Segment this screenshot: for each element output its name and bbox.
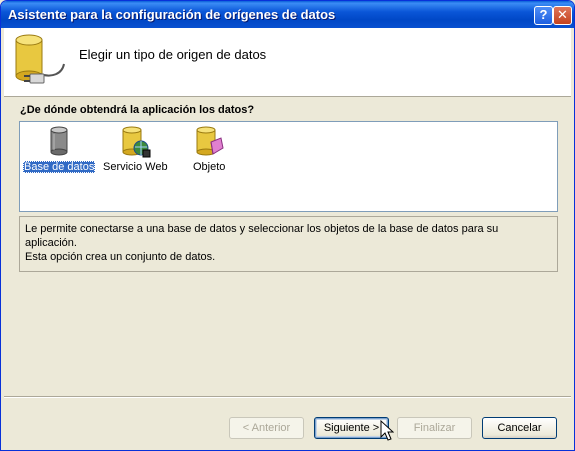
source-item-web-service[interactable]: Servicio Web (102, 126, 169, 173)
database-plug-icon (15, 34, 65, 84)
source-question-label: ¿De dónde obtendrá la aplicación los dat… (20, 104, 255, 116)
source-item-label: Servicio Web (103, 161, 168, 173)
button-separator (4, 396, 571, 398)
source-description: Le permite conectarse a una base de dato… (19, 216, 558, 272)
source-item-object[interactable]: Objeto (192, 126, 226, 173)
back-button[interactable]: < Anterior (229, 417, 304, 439)
next-button[interactable]: Siguiente > (314, 417, 389, 439)
source-item-database[interactable]: Base de datos (23, 126, 96, 173)
title-bar[interactable]: Asistente para la configuración de oríge… (1, 1, 574, 28)
finish-button[interactable]: Finalizar (397, 417, 472, 439)
close-button[interactable]: ✕ (553, 6, 572, 25)
description-line: Le permite conectarse a una base de dato… (25, 223, 499, 249)
description-line: Esta opción crea un conjunto de datos. (25, 251, 216, 263)
window-title: Asistente para la configuración de oríge… (8, 7, 336, 22)
source-item-label: Objeto (193, 161, 226, 173)
wizard-header: Elegir un tipo de origen de datos (4, 28, 571, 97)
web-service-icon (122, 126, 151, 158)
cancel-button[interactable]: Cancelar (482, 417, 557, 439)
mouse-cursor-icon (380, 420, 394, 441)
database-icon (50, 126, 68, 156)
source-type-list[interactable]: Base de datos Servicio Web Objeto (19, 121, 558, 212)
object-icon (196, 126, 224, 156)
page-title: Elegir un tipo de origen de datos (79, 47, 267, 62)
source-item-label: Base de datos (23, 161, 96, 173)
wizard-window: Asistente para la configuración de oríge… (0, 0, 575, 451)
help-button[interactable]: ? (534, 6, 553, 25)
